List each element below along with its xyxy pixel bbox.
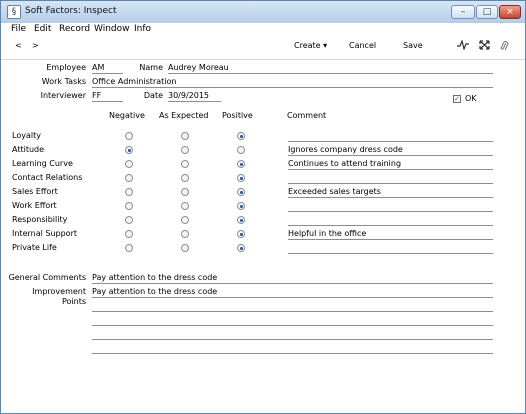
row-label-loyalty: Loyalty [12, 131, 41, 140]
window-title: Soft Factors: Inspect [25, 6, 117, 16]
radio-responsibility-negative[interactable] [125, 216, 133, 224]
row-label-learning-curve: Learning Curve [12, 159, 73, 168]
radio-learning-curve-negative[interactable] [125, 160, 133, 168]
radio-responsibility-positive[interactable] [237, 216, 245, 224]
minimize-icon[interactable]: – [451, 5, 475, 19]
radio-work-effort-positive[interactable] [237, 202, 245, 210]
comment-learning-curve[interactable]: Continues to attend training [288, 159, 493, 170]
row-label-responsibility: Responsibility [12, 215, 68, 224]
ok-checkbox[interactable]: ✓ [453, 95, 461, 103]
menu-info[interactable]: Info [134, 23, 151, 35]
interviewer-field[interactable]: FF [92, 91, 123, 102]
prev-record-button[interactable]: < [15, 41, 22, 50]
menu-edit[interactable]: Edit [34, 23, 51, 35]
general-comments-label: General Comments [8, 273, 86, 282]
next-record-button[interactable]: > [32, 41, 39, 50]
menu-window[interactable]: Window [94, 23, 130, 35]
radio-work-effort-as-expected[interactable] [181, 202, 189, 210]
radio-internal-support-as-expected[interactable] [181, 230, 189, 238]
comment-responsibility[interactable] [288, 215, 493, 226]
row-label-work-effort: Work Effort [12, 201, 57, 210]
radio-learning-curve-positive[interactable] [237, 160, 245, 168]
app-icon[interactable]: § [7, 5, 21, 19]
column-negative: Negative [109, 111, 145, 120]
column-comment: Comment [287, 111, 327, 120]
improvement-points-label: Improvement Points [32, 287, 86, 306]
radio-attitude-as-expected[interactable] [181, 146, 189, 154]
improvement-points-field[interactable]: Pay attention to the dress code [92, 287, 493, 298]
inspect-window: § Soft Factors: Inspect – □ × File Edit … [0, 0, 526, 414]
title-bar[interactable]: § Soft Factors: Inspect – □ × [1, 1, 525, 23]
comment-work-effort[interactable] [288, 201, 493, 212]
employee-field[interactable]: AM [92, 63, 123, 74]
work-tasks-field[interactable]: Office Administration [92, 77, 493, 88]
interviewer-label: Interviewer [40, 91, 86, 100]
row-label-attitude: Attitude [12, 145, 45, 154]
radio-private-life-as-expected[interactable] [181, 244, 189, 252]
row-label-internal-support: Internal Support [12, 229, 77, 238]
employee-label: Employee [46, 63, 86, 72]
menu-file[interactable]: File [11, 23, 26, 35]
radio-loyalty-as-expected[interactable] [181, 132, 189, 140]
expand-icon[interactable] [479, 40, 490, 53]
radio-internal-support-negative[interactable] [125, 230, 133, 238]
create-button[interactable]: Create ▾ [294, 41, 327, 50]
date-label: Date [143, 91, 163, 100]
radio-attitude-positive[interactable] [237, 146, 245, 154]
comment-contact-relations[interactable] [288, 173, 493, 184]
improvement-points-line[interactable] [92, 329, 493, 340]
improvement-points-line[interactable] [92, 343, 493, 354]
radio-contact-relations-negative[interactable] [125, 174, 133, 182]
radio-loyalty-positive[interactable] [237, 132, 245, 140]
paperclip-icon[interactable] [500, 40, 509, 55]
comment-internal-support[interactable]: Helpful in the office [288, 229, 493, 240]
date-field[interactable]: 30/9/2015 [168, 91, 221, 102]
comment-private-life[interactable] [288, 243, 493, 254]
radio-loyalty-negative[interactable] [125, 132, 133, 140]
radio-private-life-positive[interactable] [237, 244, 245, 252]
radio-sales-effort-as-expected[interactable] [181, 188, 189, 196]
menu-bar: File Edit Record Window Info [1, 23, 525, 35]
ok-label: OK [465, 94, 477, 103]
radio-responsibility-as-expected[interactable] [181, 216, 189, 224]
radio-sales-effort-negative[interactable] [125, 188, 133, 196]
radio-private-life-negative[interactable] [125, 244, 133, 252]
activity-icon[interactable] [457, 39, 469, 53]
name-label: Name [139, 63, 163, 72]
general-comments-field[interactable]: Pay attention to the dress code [92, 273, 493, 284]
row-label-private-life: Private Life [12, 243, 57, 252]
comment-loyalty[interactable] [288, 131, 493, 142]
radio-contact-relations-positive[interactable] [237, 174, 245, 182]
radio-internal-support-positive[interactable] [237, 230, 245, 238]
radio-attitude-negative[interactable] [125, 146, 133, 154]
column-positive: Positive [222, 111, 253, 120]
radio-sales-effort-positive[interactable] [237, 188, 245, 196]
comment-sales-effort[interactable]: Exceeded sales targets [288, 187, 493, 198]
radio-contact-relations-as-expected[interactable] [181, 174, 189, 182]
save-button[interactable]: Save [403, 41, 423, 50]
name-field[interactable]: Audrey Moreau [168, 63, 493, 74]
row-label-sales-effort: Sales Effort [12, 187, 58, 196]
maximize-icon[interactable]: □ [476, 5, 498, 19]
comment-attitude[interactable]: Ignores company dress code [288, 145, 493, 156]
row-label-contact-relations: Contact Relations [12, 173, 83, 182]
work-tasks-label: Work Tasks [41, 77, 86, 86]
toolbar: < > Create ▾ Cancel Save [1, 35, 525, 60]
close-icon[interactable]: × [499, 5, 521, 19]
column-as-expected: As Expected [159, 111, 209, 120]
radio-work-effort-negative[interactable] [125, 202, 133, 210]
cancel-button[interactable]: Cancel [349, 41, 376, 50]
improvement-points-line[interactable] [92, 301, 493, 312]
improvement-points-line[interactable] [92, 315, 493, 326]
radio-learning-curve-as-expected[interactable] [181, 160, 189, 168]
menu-record[interactable]: Record [59, 23, 90, 35]
